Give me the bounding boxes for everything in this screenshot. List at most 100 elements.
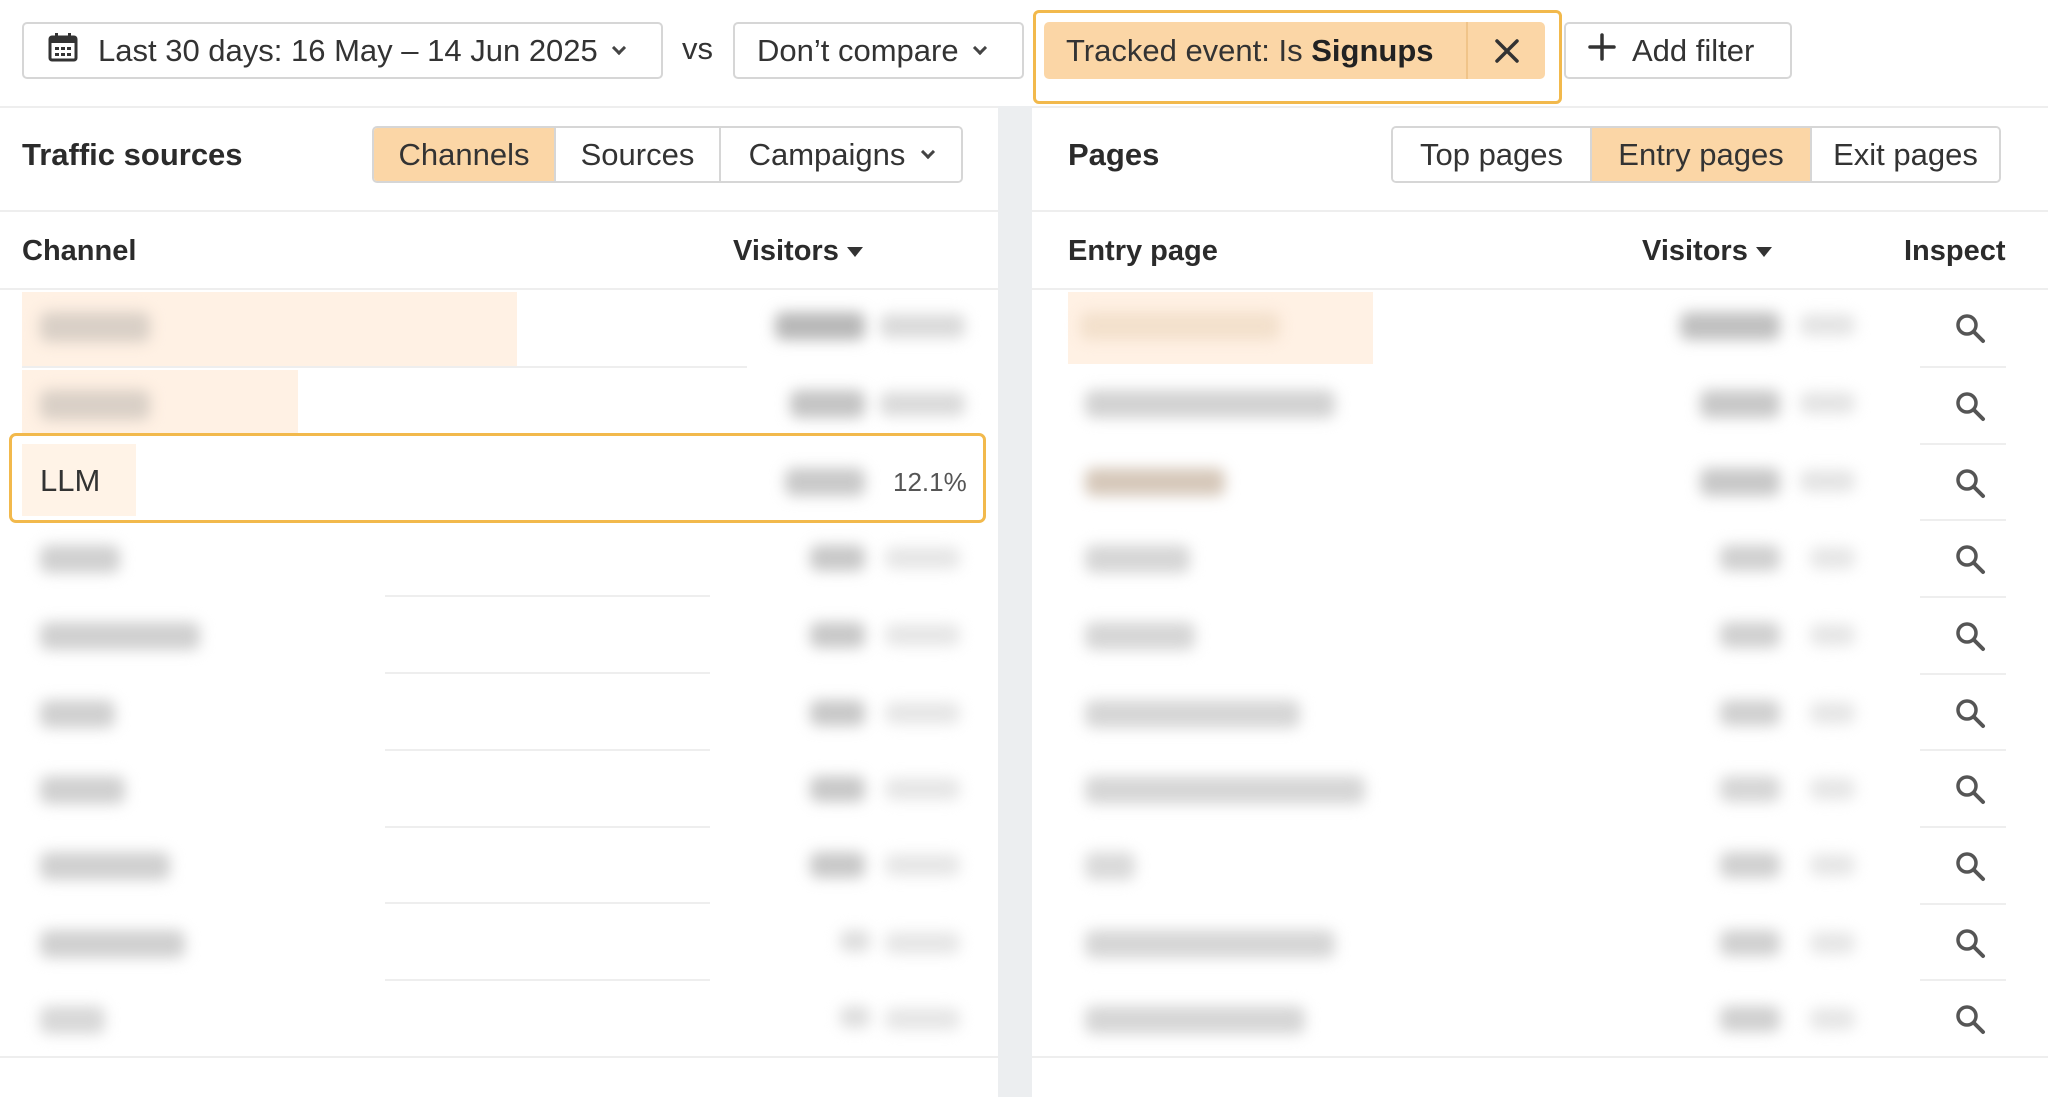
list-item — [775, 312, 865, 340]
list-item — [1800, 314, 1855, 336]
row-divider — [1920, 519, 2006, 521]
column-channel[interactable]: Channel — [22, 235, 136, 268]
column-visitors-sort[interactable]: Visitors — [1642, 235, 1772, 268]
list-item — [1800, 470, 1855, 492]
list-item — [840, 1006, 870, 1028]
list-item[interactable] — [40, 1006, 105, 1034]
plus-icon — [1588, 32, 1616, 69]
list-item[interactable] — [40, 622, 200, 650]
traffic-tabs: Channels Sources Campaigns — [372, 126, 963, 183]
vs-label: vs — [682, 31, 713, 66]
table-bottom-divider — [1032, 1056, 2048, 1058]
tab-campaigns-label: Campaigns — [748, 136, 906, 172]
search-icon[interactable] — [1952, 618, 1988, 654]
list-item — [810, 545, 865, 571]
column-visitors-label: Visitors — [1642, 235, 1748, 267]
list-item — [1720, 1006, 1780, 1032]
chevron-down-icon — [972, 40, 987, 55]
list-item[interactable] — [1085, 700, 1300, 728]
row-divider — [1920, 596, 2006, 598]
compare-label: Don’t compare — [757, 32, 959, 68]
list-item — [1720, 622, 1780, 648]
remove-filter-button[interactable] — [1468, 22, 1545, 79]
pages-colhead-divider — [1032, 288, 2048, 290]
list-item — [1680, 312, 1780, 340]
search-icon[interactable] — [1952, 771, 1988, 807]
search-icon[interactable] — [1952, 695, 1988, 731]
date-range-picker[interactable]: Last 30 days: 16 May – 14 Jun 2025 — [22, 22, 663, 79]
list-item — [1810, 702, 1855, 724]
list-item — [1810, 547, 1855, 569]
list-item — [1810, 778, 1855, 800]
tab-channels[interactable]: Channels — [374, 128, 556, 181]
date-range-label: Last 30 days: 16 May – 14 Jun 2025 — [98, 32, 598, 68]
list-item — [1700, 468, 1780, 496]
list-item — [885, 854, 960, 876]
filter-prefix: Tracked event: Is — [1066, 32, 1303, 68]
search-icon[interactable] — [1952, 310, 1988, 346]
list-item — [880, 392, 965, 416]
list-item — [1720, 545, 1780, 571]
list-item — [810, 622, 865, 648]
close-icon — [1494, 38, 1519, 63]
row-divider — [1920, 979, 2006, 981]
traffic-colhead-divider — [0, 288, 998, 290]
list-item[interactable] — [1085, 852, 1135, 880]
row-divider — [1920, 366, 2006, 368]
row-divider — [1920, 443, 2006, 445]
row-divider — [385, 902, 710, 904]
list-item — [880, 314, 965, 338]
list-item — [885, 1008, 960, 1030]
list-item[interactable] — [40, 852, 170, 880]
search-icon[interactable] — [1952, 925, 1988, 961]
chevron-down-icon — [611, 40, 626, 55]
tab-sources[interactable]: Sources — [556, 128, 721, 181]
tab-entry-pages[interactable]: Entry pages — [1592, 128, 1812, 181]
search-icon[interactable] — [1952, 1001, 1988, 1037]
panel-gutter — [998, 106, 1032, 1097]
tab-top-pages[interactable]: Top pages — [1393, 128, 1592, 181]
list-item — [1720, 852, 1780, 878]
column-visitors-sort[interactable]: Visitors — [733, 235, 863, 268]
list-item — [1800, 392, 1855, 414]
list-item — [1720, 930, 1780, 956]
add-filter-button[interactable]: Add filter — [1564, 22, 1792, 79]
row-divider — [385, 749, 710, 751]
search-icon[interactable] — [1952, 541, 1988, 577]
row-divider — [1920, 749, 2006, 751]
llm-channel-label: LLM — [40, 463, 101, 498]
search-icon[interactable] — [1952, 388, 1988, 424]
sort-desc-icon — [1755, 247, 1772, 258]
chevron-down-icon — [921, 144, 936, 159]
list-item[interactable] — [40, 312, 150, 342]
pages-title: Pages — [1068, 137, 1160, 172]
search-icon[interactable] — [1952, 465, 1988, 501]
list-item[interactable] — [40, 930, 185, 958]
list-item — [810, 776, 865, 802]
list-item — [885, 702, 960, 724]
list-item[interactable] — [1085, 1006, 1305, 1034]
column-entry-page[interactable]: Entry page — [1068, 235, 1218, 268]
list-item[interactable] — [1085, 776, 1365, 804]
row-divider — [385, 672, 710, 674]
list-item[interactable] — [1080, 312, 1280, 340]
pages-tabs: Top pages Entry pages Exit pages — [1391, 126, 2001, 183]
list-item[interactable] — [40, 776, 125, 804]
list-item[interactable] — [1085, 930, 1335, 958]
list-item[interactable] — [1085, 390, 1335, 418]
list-item[interactable] — [1085, 468, 1225, 496]
tab-campaigns[interactable]: Campaigns — [721, 128, 961, 181]
row-divider — [385, 595, 710, 597]
list-item — [810, 700, 865, 726]
list-item[interactable] — [1085, 622, 1195, 650]
tab-exit-pages[interactable]: Exit pages — [1812, 128, 1999, 181]
tracked-event-filter[interactable]: Tracked event: Is Signups — [1044, 22, 1545, 79]
list-item[interactable] — [40, 390, 150, 420]
search-icon[interactable] — [1952, 848, 1988, 884]
add-filter-label: Add filter — [1632, 32, 1755, 68]
list-item[interactable] — [1085, 545, 1190, 573]
compare-dropdown[interactable]: Don’t compare — [733, 22, 1024, 79]
list-item[interactable] — [40, 700, 115, 728]
list-item[interactable] — [40, 545, 120, 573]
list-item — [790, 390, 865, 418]
